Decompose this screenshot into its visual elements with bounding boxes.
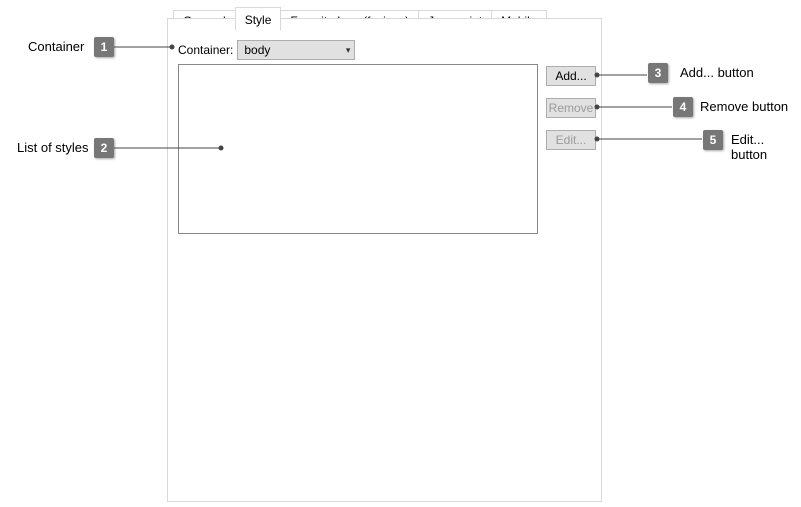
callout-label-4: Remove button <box>700 99 788 114</box>
container-row: Container: body ▾ <box>178 40 355 60</box>
callout-badge-5: 5 <box>703 130 723 150</box>
callout-badge-3: 3 <box>648 63 668 83</box>
callout-badge-2: 2 <box>94 138 114 158</box>
remove-button[interactable]: Remove <box>546 98 596 118</box>
callout-label-5: Edit... button <box>731 132 801 162</box>
styles-listbox[interactable] <box>178 64 538 234</box>
container-label: Container: <box>178 43 233 57</box>
callout-leader-5 <box>592 134 702 144</box>
container-dropdown[interactable]: body ▾ <box>237 40 355 60</box>
callout-label-3: Add... button <box>680 65 754 80</box>
callout-badge-4: 4 <box>673 97 693 117</box>
callout-badge-1: 1 <box>94 37 114 57</box>
callout-label-2: List of styles <box>17 140 89 155</box>
container-dropdown-value: body <box>244 43 270 57</box>
edit-button[interactable]: Edit... <box>546 130 596 150</box>
chevron-down-icon: ▾ <box>346 45 351 56</box>
add-button[interactable]: Add... <box>546 66 596 86</box>
callout-leader-4 <box>592 102 672 112</box>
tab-style[interactable]: Style <box>235 7 282 31</box>
callout-label-1: Container <box>28 39 84 54</box>
